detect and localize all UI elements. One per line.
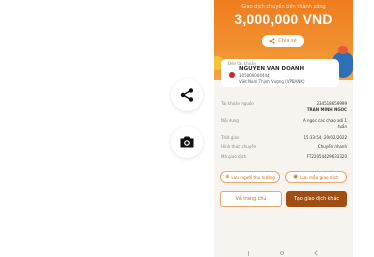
detail-value: 234518659999 [316, 101, 347, 106]
phone-screen: Giao dịch chuyển tiền thành công 3,000,0… [214, 0, 353, 257]
new-transaction-button[interactable]: Tạo giao dịch khác [286, 191, 347, 207]
detail-label: Mã giao dịch [221, 154, 247, 159]
detail-value: Chuyển nhanh [317, 144, 347, 149]
save-recipient-button[interactable]: ⊕ Lưu người thụ hưởng [220, 171, 280, 183]
share-receipt-button[interactable]: Chia sẻ [262, 35, 304, 47]
detail-label: Thời gian [221, 135, 240, 140]
share-small-icon [269, 38, 275, 44]
save-template-label: Lưu mẫu giao dịch [300, 174, 339, 180]
home-icon[interactable] [280, 251, 284, 255]
detail-value: FT22054429633320 [306, 154, 347, 159]
detail-row: Hình thức chuyển Chuyển nhanh [221, 144, 347, 149]
recipient-bank: Việt Nam Thịnh Vượng (VPBANK) [239, 79, 305, 84]
share-label: Chia sẻ [278, 38, 297, 44]
detail-label: Hình thức chuyển [221, 144, 257, 149]
back-icon[interactable] [314, 250, 320, 256]
detail-row: Mã giao dịch FT22054429633320 [221, 154, 347, 159]
detail-value: tuần [337, 124, 347, 129]
transfer-amount: 3,000,000 VND [234, 11, 333, 27]
camera-button[interactable] [171, 126, 203, 158]
bookmark-icon: ⊕ [225, 174, 230, 180]
save-template-button[interactable]: ▣ Lưu mẫu giao dịch [285, 171, 347, 183]
detail-label: Tài khoản nguồn [221, 101, 254, 106]
transfer-status: Giao dịch chuyển tiền thành công [241, 4, 326, 10]
detail-row: Tài khoản nguồn 234518659999 [221, 101, 347, 106]
recipient-account: 105000004444 [239, 73, 270, 78]
recipient-card: Đến tài khoản NGUYEN VAN DOANH 105000004… [221, 59, 339, 87]
recent-apps-icon[interactable] [248, 251, 252, 256]
decoration-mascot-hat [338, 46, 348, 54]
camera-icon [180, 136, 194, 148]
detail-row: Nội dung A ngoc cac chao adi 1 [221, 118, 347, 123]
detail-label: Nội dung [221, 118, 239, 123]
detail-value: A ngoc cac chao adi 1 [303, 118, 347, 123]
bank-logo-icon [229, 72, 235, 78]
share-button[interactable] [171, 79, 203, 111]
detail-row: Thời gian 15:33:54, 20/02/2022 [221, 135, 347, 140]
new-transaction-label: Tạo giao dịch khác [293, 196, 340, 202]
detail-value: TRAN MINH NGOC [306, 107, 347, 112]
template-icon: ▣ [293, 174, 299, 180]
home-button[interactable]: Về trang chủ [220, 191, 282, 207]
share-icon [180, 88, 194, 102]
home-label: Về trang chủ [235, 196, 267, 202]
recipient-name: NGUYEN VAN DOANH [239, 66, 305, 72]
system-navbar [214, 250, 353, 257]
save-recipient-label: Lưu người thụ hưởng [231, 174, 275, 180]
detail-value: 15:33:54, 20/02/2022 [303, 135, 347, 140]
